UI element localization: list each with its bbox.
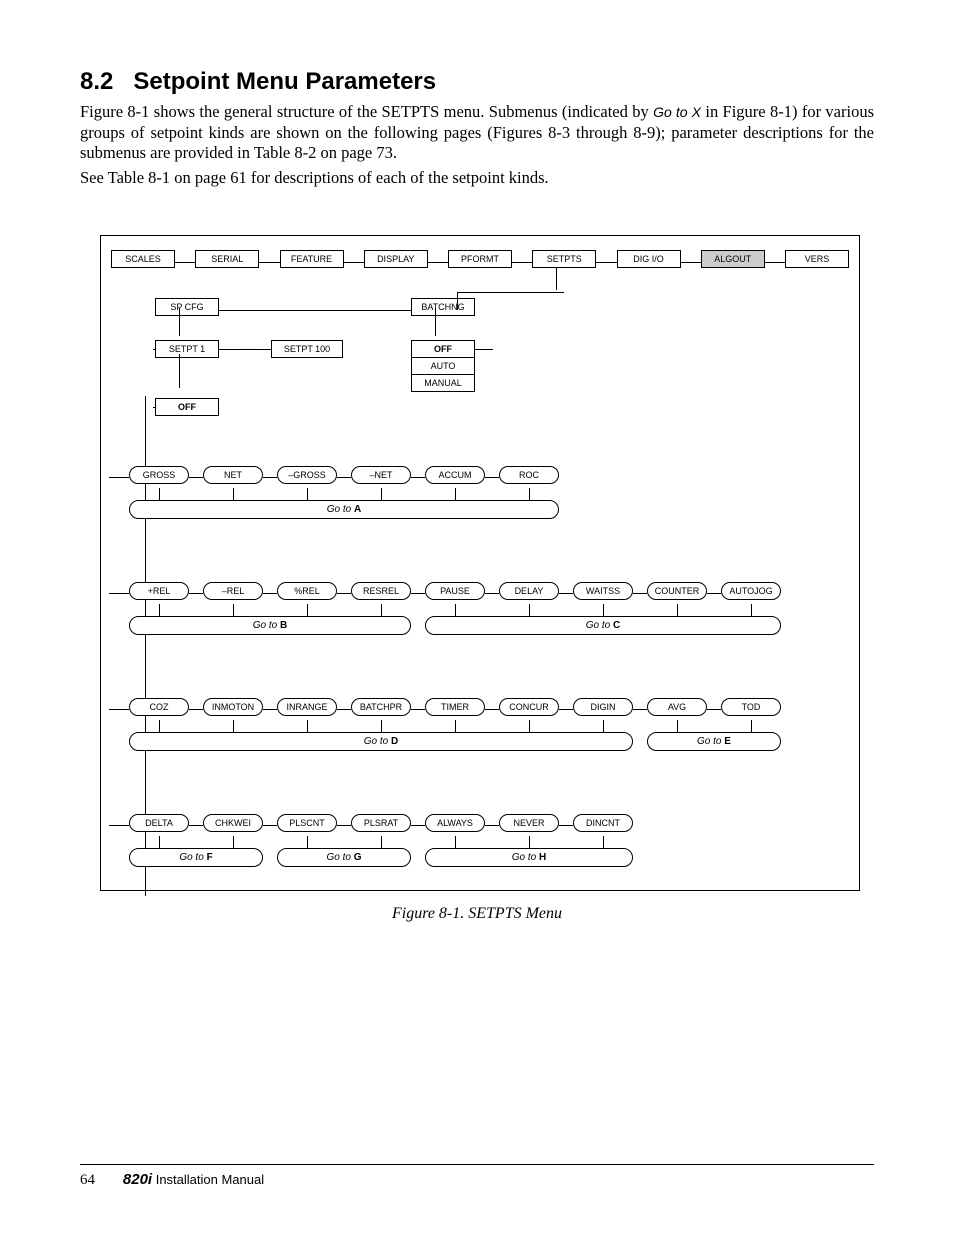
node-delta: DELTA	[129, 814, 189, 832]
top-menu-pformt: PFORMT	[448, 250, 512, 268]
node-timer: TIMER	[425, 698, 485, 716]
node-coz: COZ	[129, 698, 189, 716]
goto-f: Go to F	[129, 848, 263, 867]
footer-title: Installation Manual	[152, 1172, 264, 1187]
goto-c: Go to C	[425, 616, 781, 635]
setpts-menu-diagram: SCALES SERIAL FEATURE DISPLAY PFORMT SETPTS DI…	[100, 235, 860, 891]
group-bc: +REL –REL %REL RESREL PAUSE DELAY WAITSS COUNTE…	[109, 582, 851, 636]
node-never: NEVER	[499, 814, 559, 832]
batchng-box: BATCHNG	[411, 298, 475, 316]
node-gross: –GROSS	[277, 466, 337, 484]
goto-d: Go to D	[129, 732, 633, 751]
setpt-off-box: OFF	[155, 398, 219, 416]
goto-e: Go to E	[647, 732, 781, 751]
node-net: NET	[203, 466, 263, 484]
node-rel: %REL	[277, 582, 337, 600]
node-net: –NET	[351, 466, 411, 484]
node-accum: ACCUM	[425, 466, 485, 484]
node-tod: TOD	[721, 698, 781, 716]
top-menu-digio: DIG I/O	[617, 250, 681, 268]
figure-caption: Figure 8-1. SETPTS Menu	[80, 905, 874, 923]
setpt100-box: SETPT 100	[271, 340, 343, 358]
setpt1-box: SETPT 1	[155, 340, 219, 358]
page-footer: 64 820i Installation Manual	[80, 1164, 874, 1189]
top-menu-feature: FEATURE	[280, 250, 344, 268]
paragraph-1: Figure 8-1 shows the general structure o…	[80, 102, 874, 164]
page-number: 64	[80, 1172, 95, 1188]
goto-b: Go to B	[129, 616, 411, 635]
heading-title: Setpoint Menu Parameters	[133, 68, 436, 95]
top-menu-algout: ALGOUT	[701, 250, 765, 268]
batchng-manual-box: MANUAL	[411, 374, 475, 392]
ellipsis: …	[243, 342, 253, 353]
group-de: COZ INMOTON INRANGE BATCHPR TIMER CONCUR DIGIN…	[109, 698, 851, 752]
top-menu-display: DISPLAY	[364, 250, 428, 268]
node-roc: ROC	[499, 466, 559, 484]
node-chkwei: CHKWEI	[203, 814, 263, 832]
node-always: ALWAYS	[425, 814, 485, 832]
group-a: GROSS NET –GROSS –NET ACCUM ROC Go to A	[109, 466, 851, 520]
top-menu-row: SCALES SERIAL FEATURE DISPLAY PFORMT SETPTS DI…	[109, 250, 851, 274]
node-rel: –REL	[203, 582, 263, 600]
node-pause: PAUSE	[425, 582, 485, 600]
node-plscnt: PLSCNT	[277, 814, 337, 832]
node-counter: COUNTER	[647, 582, 707, 600]
node-inmoton: INMOTON	[203, 698, 263, 716]
node-digin: DIGIN	[573, 698, 633, 716]
node-plsrat: PLSRAT	[351, 814, 411, 832]
batchng-auto-box: AUTO	[411, 357, 475, 375]
top-menu-vers: VERS	[785, 250, 849, 268]
node-rel: +REL	[129, 582, 189, 600]
node-resrel: RESREL	[351, 582, 411, 600]
batchng-off-box: OFF	[411, 340, 475, 358]
goto-g: Go to G	[277, 848, 411, 867]
top-menu-setpts: SETPTS	[532, 250, 596, 268]
node-autojog: AUTOJOG	[721, 582, 781, 600]
spcfg-box: SP CFG	[155, 298, 219, 316]
node-avg: AVG	[647, 698, 707, 716]
para1-a: Figure 8-1 shows the general structure o…	[80, 102, 653, 121]
node-inrange: INRANGE	[277, 698, 337, 716]
heading-number: 8.2	[80, 68, 113, 95]
goto-a: Go to A	[129, 500, 559, 519]
top-menu-scales: SCALES	[111, 250, 175, 268]
node-delay: DELAY	[499, 582, 559, 600]
goto-h: Go to H	[425, 848, 633, 867]
top-menu-serial: SERIAL	[195, 250, 259, 268]
para1-goto: Go to X	[653, 104, 701, 120]
node-gross: GROSS	[129, 466, 189, 484]
group-fgh: DELTA CHKWEI PLSCNT PLSRAT ALWAYS NEVER DINCNT…	[109, 814, 851, 868]
section-heading: 8.2 Setpoint Menu Parameters	[80, 68, 874, 96]
node-concur: CONCUR	[499, 698, 559, 716]
node-waitss: WAITSS	[573, 582, 633, 600]
node-batchpr: BATCHPR	[351, 698, 411, 716]
footer-model: 820i	[123, 1171, 152, 1188]
node-dincnt: DINCNT	[573, 814, 633, 832]
paragraph-2: See Table 8-1 on page 61 for description…	[80, 168, 874, 189]
